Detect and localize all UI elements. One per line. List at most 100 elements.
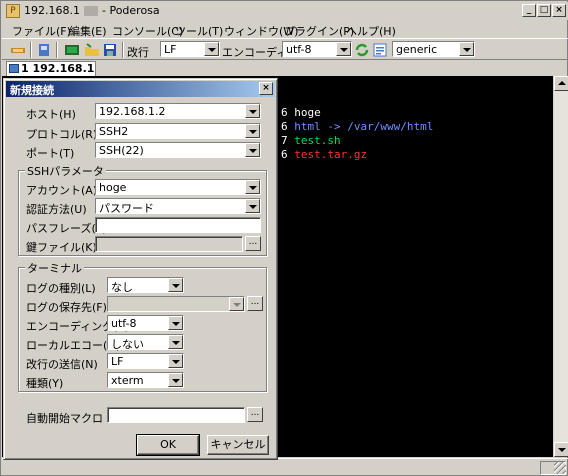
- chevron-down-icon[interactable]: [168, 354, 183, 368]
- encoding-value: utf-8: [111, 317, 137, 330]
- chevron-down-icon[interactable]: [168, 373, 183, 387]
- close-window-button[interactable]: ×: [552, 4, 566, 17]
- menu-tools[interactable]: ツール(T): [175, 23, 223, 39]
- terminal-group-title: ターミナル: [25, 260, 84, 276]
- menu-console[interactable]: コンソール(C): [112, 23, 183, 39]
- shortcut-open-icon[interactable]: [36, 42, 52, 58]
- auth-method-select[interactable]: パスワード: [95, 198, 261, 215]
- terminal-line: 6 html -> /var/www/html: [281, 120, 433, 134]
- menu-file[interactable]: ファイル(F): [12, 23, 71, 39]
- new-connection-icon[interactable]: [10, 42, 26, 58]
- resize-grip-icon[interactable]: [554, 462, 566, 474]
- scroll-down-button[interactable]: [554, 442, 568, 457]
- terminal-line-text: test.tar.gz: [294, 148, 368, 161]
- log-type-value: なし: [111, 281, 133, 294]
- window-title-app: Poderosa: [109, 4, 160, 17]
- terminal-type-label: 種類(Y): [26, 377, 64, 390]
- protocol-value: SSH2: [99, 125, 129, 138]
- open-folder-icon[interactable]: [84, 42, 100, 58]
- local-echo-select[interactable]: しない: [107, 334, 184, 351]
- newline-value: LF: [111, 355, 124, 368]
- chevron-down-icon[interactable]: [336, 42, 351, 56]
- chevron-down-icon[interactable]: [245, 143, 260, 157]
- host-value: 192.168.1.2: [99, 105, 166, 118]
- toolbar: 改行 LF エンコーディング utf-8 generic: [2, 38, 568, 60]
- chevron-down-icon[interactable]: [245, 180, 260, 194]
- log-path-browse-button[interactable]: ...: [247, 296, 263, 311]
- terminal-line-number: 7: [281, 134, 288, 147]
- refresh-icon[interactable]: [354, 42, 370, 58]
- terminal-line: 7 test.sh: [281, 134, 341, 148]
- app-window: P 192.168.1- Poderosa _ □ × ファイル(F) 編集(E…: [0, 0, 568, 476]
- chevron-down-icon[interactable]: [168, 278, 183, 292]
- chevron-down-icon[interactable]: [168, 335, 183, 349]
- window-title: 192.168.1- Poderosa: [24, 4, 160, 17]
- chevron-down-icon[interactable]: [204, 42, 219, 56]
- terminal-line-number: 6: [281, 148, 288, 161]
- settings-icon[interactable]: [372, 42, 388, 58]
- host-select[interactable]: 192.168.1.2: [95, 103, 261, 119]
- port-label: ポート(T): [26, 147, 75, 160]
- minimize-button[interactable]: _: [522, 4, 536, 17]
- terminal-line-text: html -> /var/www/html: [294, 120, 434, 133]
- protocol-select[interactable]: SSH2: [95, 123, 261, 139]
- chevron-down-icon[interactable]: [245, 104, 260, 118]
- log-path-select: [107, 296, 245, 312]
- account-value: hoge: [99, 181, 127, 194]
- protocol-label: プロトコル(R): [26, 128, 98, 141]
- newline-label: 改行の送信(N): [26, 358, 98, 371]
- keyfile-field: [95, 236, 243, 252]
- terminal-scrollbar[interactable]: [553, 76, 568, 457]
- passphrase-field[interactable]: [95, 217, 261, 233]
- log-type-select[interactable]: なし: [107, 277, 184, 294]
- encoding-select[interactable]: utf-8: [107, 315, 184, 331]
- window-title-host: 192.168.1: [24, 4, 80, 17]
- local-echo-value: しない: [111, 338, 144, 351]
- auto-macro-browse-button[interactable]: ...: [247, 407, 263, 422]
- auto-macro-field[interactable]: [107, 407, 245, 423]
- port-select[interactable]: SSH(22): [95, 142, 261, 158]
- terminal-icon[interactable]: [64, 42, 80, 58]
- terminal-type-select[interactable]: xterm: [107, 372, 184, 388]
- chevron-down-icon[interactable]: [245, 199, 260, 213]
- keyfile-label: 鍵ファイル(K): [26, 241, 97, 254]
- dialog-title: 新規接続: [10, 84, 54, 97]
- new-connection-dialog: 新規接続 × ホスト(H) 192.168.1.2 プロトコル(R) SSH2 …: [3, 78, 278, 460]
- tab-session-label: 1 192.168.1: [21, 62, 95, 75]
- cancel-button[interactable]: キャンセル: [207, 435, 269, 455]
- toolbar-separator: [56, 42, 58, 58]
- chevron-down-icon[interactable]: [245, 124, 260, 138]
- newline-select[interactable]: LF: [107, 353, 184, 369]
- tab-session[interactable]: 1 192.168.1: [6, 61, 96, 76]
- toolbar-terminal-type-select[interactable]: generic: [392, 41, 475, 57]
- toolbar-encoding-value: utf-8: [286, 43, 312, 56]
- save-icon[interactable]: [102, 42, 118, 58]
- toolbar-encoding-select[interactable]: utf-8: [282, 41, 352, 57]
- terminal-line-number: 6: [281, 106, 288, 119]
- terminal-line: 6 test.tar.gz: [281, 148, 367, 162]
- chevron-down-icon[interactable]: [168, 316, 183, 330]
- menu-help[interactable]: ヘルプ(H): [346, 23, 396, 39]
- scroll-up-button[interactable]: [554, 76, 568, 91]
- terminal-tab-icon: [9, 64, 19, 73]
- maximize-button[interactable]: □: [537, 4, 551, 17]
- host-label: ホスト(H): [26, 108, 76, 121]
- keyfile-browse-button[interactable]: ...: [245, 236, 261, 251]
- terminal-line-text: hoge: [294, 106, 321, 119]
- poderosa-app-icon[interactable]: P: [6, 4, 20, 18]
- terminal-line: 6 hoge: [281, 106, 321, 120]
- title-bar: P 192.168.1- Poderosa _ □ ×: [2, 2, 568, 20]
- account-label: アカウント(A): [26, 184, 98, 197]
- terminal-line-text: test.sh: [294, 134, 341, 147]
- menu-edit[interactable]: 編集(E): [69, 23, 107, 39]
- account-select[interactable]: hoge: [95, 179, 261, 195]
- dialog-close-button[interactable]: ×: [259, 82, 273, 95]
- toolbar-newline-select[interactable]: LF: [160, 41, 220, 57]
- toolbar-separator: [30, 42, 32, 58]
- terminal-type-value: xterm: [111, 374, 144, 387]
- dialog-title-bar: 新規接続 ×: [6, 81, 275, 97]
- chevron-down-icon[interactable]: [459, 42, 474, 56]
- menu-plugins[interactable]: プラグイン(P): [284, 23, 354, 39]
- log-path-label: ログの保存先(F): [26, 301, 107, 314]
- ok-button[interactable]: OK: [136, 434, 200, 456]
